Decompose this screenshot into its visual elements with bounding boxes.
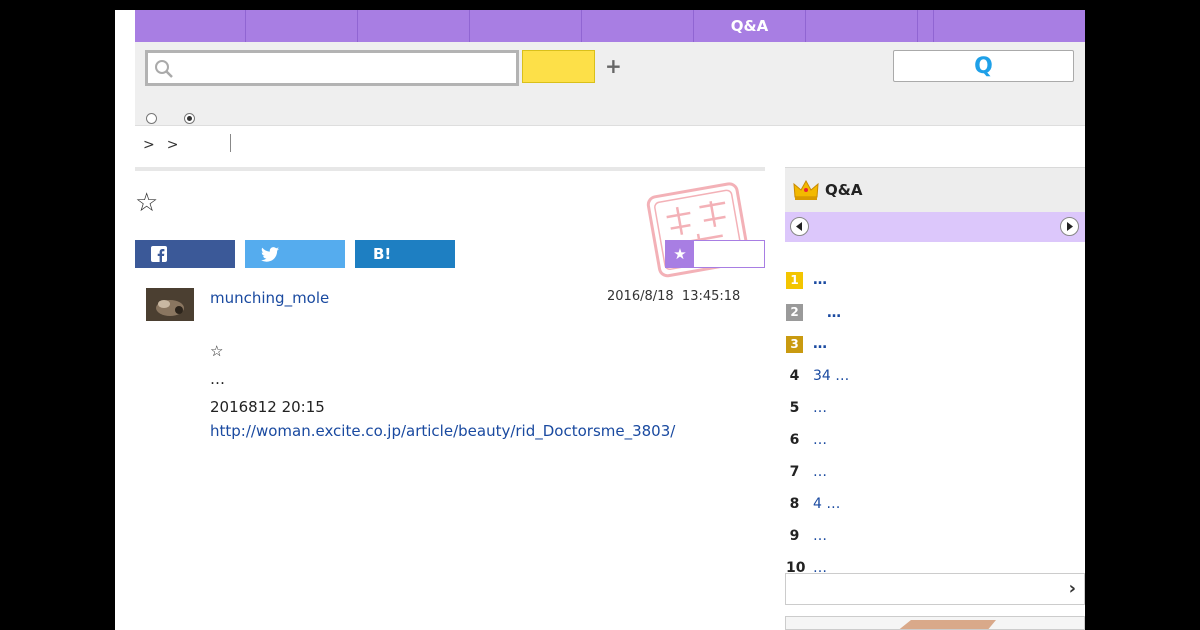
ranking-item-title[interactable]: …	[813, 400, 827, 416]
ranking-item[interactable]: 5…	[785, 396, 1085, 420]
plus-icon[interactable]: +	[605, 54, 622, 78]
search-submit-button[interactable]	[522, 50, 595, 83]
ranking-item-title[interactable]: …	[813, 432, 827, 448]
ranking-item[interactable]: 6…	[785, 428, 1085, 452]
ranking-prev-button[interactable]	[790, 217, 809, 236]
facebook-share-button[interactable]	[135, 240, 235, 268]
ranking-item-title[interactable]: …	[813, 528, 827, 544]
page: Q&A + Q > > ☆ B! ★ munching_mole 2016/8/…	[115, 10, 1085, 630]
rank-number: 6	[789, 432, 800, 448]
answer-link[interactable]: http://woman.excite.co.jp/article/beauty…	[210, 422, 675, 440]
rank-number: 5	[789, 400, 800, 416]
ranking-item[interactable]: 3…	[785, 332, 1085, 356]
ranking-item[interactable]: 1…	[785, 268, 1085, 292]
ranking-next-button[interactable]	[1060, 217, 1079, 236]
triangle-right-icon	[1067, 222, 1073, 231]
ranking-item-title[interactable]: …	[813, 336, 827, 352]
crown-icon	[793, 179, 819, 200]
radio-option-1[interactable]	[146, 113, 157, 124]
rank-number: 7	[789, 464, 800, 480]
hatena-bookmark-button[interactable]: B!	[355, 240, 455, 268]
ranking-more-button[interactable]: ›	[785, 573, 1085, 605]
rank-number: 4	[789, 368, 800, 384]
breadcrumb-separator: >	[166, 137, 179, 153]
nav-item-8[interactable]	[918, 10, 934, 42]
search-icon	[155, 60, 173, 78]
rank-badge: 1	[786, 271, 803, 289]
nav-item-qa[interactable]: Q&A	[694, 10, 806, 42]
ranking-item[interactable]: 7…	[785, 460, 1085, 484]
answer-line: …	[210, 370, 225, 388]
nav-item-1[interactable]	[135, 10, 246, 42]
twitter-share-button[interactable]	[245, 240, 345, 268]
nav-item-3[interactable]	[358, 10, 470, 42]
ranking-item-title[interactable]: …	[813, 464, 827, 480]
answer-username[interactable]: munching_mole	[210, 289, 329, 307]
main-top-rule	[135, 167, 765, 171]
rank-badge: 3	[786, 335, 803, 353]
breadcrumb: > >	[135, 125, 1085, 165]
avatar-image	[146, 288, 194, 321]
star-icon: ★	[666, 241, 694, 267]
ranking-item-title[interactable]: 34 …	[813, 368, 849, 384]
triangle-left-icon	[796, 222, 802, 231]
hatena-bookmark-icon: B!	[373, 245, 392, 263]
avatar[interactable]	[146, 288, 194, 321]
nav-item-7[interactable]	[806, 10, 918, 42]
answer-date: 2016/8/18 13:45:18	[607, 289, 741, 304]
facebook-icon	[151, 246, 167, 262]
nav-item-4[interactable]	[470, 10, 582, 42]
answer-line: 2016812 20:15	[210, 398, 325, 416]
chevron-right-icon: ›	[1068, 578, 1076, 599]
breadcrumb-separator: >	[143, 137, 155, 153]
ranking-item-title[interactable]: 4 …	[813, 496, 840, 512]
breadcrumb-divider	[230, 134, 231, 152]
rank-number: 9	[789, 528, 800, 544]
answer-line: ☆	[210, 342, 224, 360]
ranking-item-title[interactable]: …	[813, 272, 827, 288]
nav-item-2[interactable]	[246, 10, 358, 42]
ranking-item[interactable]: 8 4 …	[785, 492, 1085, 516]
favorite-button[interactable]: ★	[665, 240, 765, 268]
twitter-icon	[261, 246, 279, 262]
banner-image	[899, 620, 996, 629]
question-title-star: ☆	[135, 188, 159, 218]
search-area: + Q	[135, 42, 1085, 126]
ranking-item[interactable]: 9…	[785, 524, 1085, 548]
sidebar-header: Q&A	[785, 168, 1085, 212]
rank-number: 8	[789, 496, 800, 512]
ranking-item-title[interactable]: …	[813, 302, 841, 322]
ranking-item[interactable]: 4 34 …	[785, 364, 1085, 388]
sidebar-title: Q&A	[825, 181, 863, 199]
sidebar-banner[interactable]	[785, 616, 1085, 630]
search-box[interactable]	[145, 50, 519, 86]
ask-question-button[interactable]: Q	[893, 50, 1074, 82]
ranking-nav	[785, 212, 1085, 242]
ranking-item[interactable]: 2 …	[785, 300, 1085, 324]
search-input[interactable]	[178, 55, 512, 83]
nav-item-9[interactable]	[934, 10, 1085, 42]
nav-item-5[interactable]	[582, 10, 694, 42]
rank-badge: 2	[786, 303, 803, 321]
radio-option-2[interactable]	[184, 113, 195, 124]
top-nav: Q&A	[135, 10, 1085, 42]
